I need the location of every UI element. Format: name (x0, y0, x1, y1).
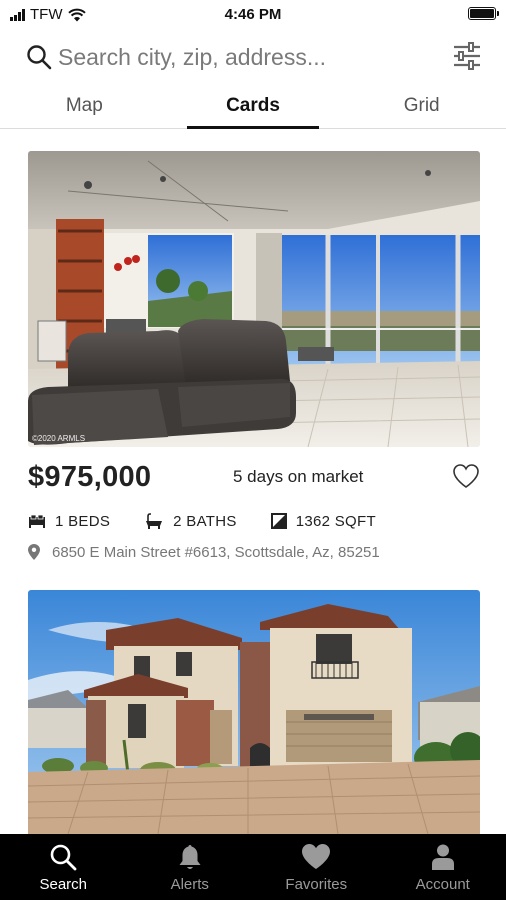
specs-row: 1 BEDS 2 BATHS 1362 SQFT (28, 505, 480, 537)
living-room-photo (28, 151, 480, 447)
price-row: $975,000 5 days on market (28, 447, 480, 505)
tab-grid[interactable]: Grid (337, 86, 506, 128)
battery-icon (468, 7, 499, 20)
area-square-icon (270, 513, 287, 529)
sqft-spec: 1362 SQFT (270, 512, 376, 530)
nav-search-label: Search (39, 876, 88, 893)
baths-label: 2 BATHS (173, 512, 237, 530)
sqft-label: 1362 SQFT (295, 512, 376, 530)
search-bar (0, 36, 506, 80)
photo-watermark: ©2020 ARMLS (32, 434, 86, 443)
listing-photo[interactable] (28, 590, 480, 834)
location-pin-icon (28, 544, 40, 560)
nav-account[interactable]: Account (380, 834, 506, 900)
favorite-heart-icon[interactable] (452, 463, 480, 489)
days-on-market: 5 days on market (233, 467, 364, 486)
search-input[interactable] (58, 40, 428, 74)
person-icon (431, 844, 454, 870)
nav-alerts[interactable]: Alerts (127, 834, 254, 900)
tab-map[interactable]: Map (0, 86, 169, 128)
beds-spec: 1 BEDS (28, 513, 110, 530)
bottom-nav: Search Alerts Favorites Account (0, 834, 506, 900)
view-tabs: Map Cards Grid (0, 86, 506, 129)
listing-price: $975,000 (28, 461, 152, 493)
status-bar: TFW 4:46 PM (0, 0, 506, 30)
nav-alerts-label: Alerts (170, 876, 209, 893)
bathtub-icon (146, 513, 163, 529)
filter-sliders-icon[interactable] (452, 41, 482, 71)
listing-photo[interactable]: ©2020 ARMLS (28, 151, 480, 447)
tab-cards[interactable]: Cards (169, 86, 338, 129)
search-icon (27, 45, 52, 70)
address-row: 6850 E Main Street #6613, Scottsdale, Az… (28, 537, 480, 567)
listing-card[interactable]: ©2020 ARMLS $975,000 5 days on market 1 … (28, 151, 480, 567)
baths-spec: 2 BATHS (144, 513, 237, 530)
nav-account-label: Account (415, 876, 470, 893)
bed-icon (29, 514, 45, 528)
beds-label: 1 BEDS (55, 512, 111, 530)
nav-favorites[interactable]: Favorites (253, 834, 380, 900)
listing-address: 6850 E Main Street #6613, Scottsdale, Az… (52, 543, 380, 561)
listing-card[interactable] (28, 590, 480, 834)
status-time: 4:46 PM (224, 6, 282, 23)
house-exterior-photo (28, 590, 480, 834)
nav-favorites-label: Favorites (285, 876, 348, 893)
heart-icon (302, 844, 331, 869)
nav-search[interactable]: Search (0, 834, 127, 900)
bell-icon (179, 845, 201, 869)
search-icon (50, 844, 77, 871)
